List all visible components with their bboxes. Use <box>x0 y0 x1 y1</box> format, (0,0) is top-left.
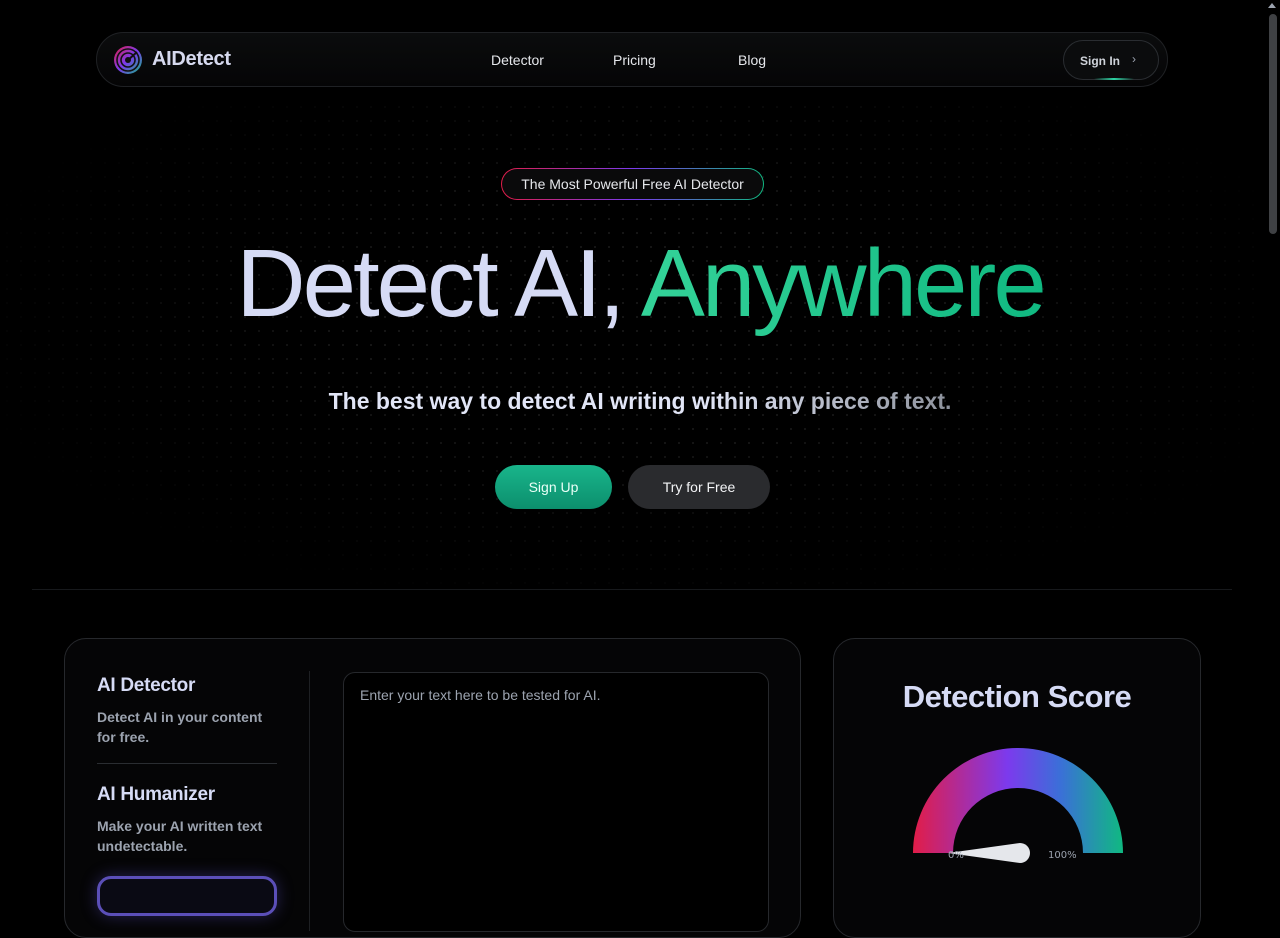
radar-logo-icon[interactable] <box>113 45 143 75</box>
nav-link-detector[interactable]: Detector <box>491 52 544 68</box>
navbar: AIDetect Detector Pricing Blog Sign In › <box>96 32 1168 87</box>
detection-score-title: Detection Score <box>902 679 1132 714</box>
detection-score-gauge: 0% 100% <box>913 748 1123 863</box>
tool-ai-detector-desc: Detect AI in your content for free. <box>97 709 263 745</box>
hero-title: Detect AI, Anywhere <box>0 226 1280 341</box>
gauge-arc <box>913 748 1123 853</box>
nav-link-blog[interactable]: Blog <box>738 52 766 68</box>
hero-subtitle: The best way to detect AI writing within… <box>0 386 1280 416</box>
nav-link-pricing[interactable]: Pricing <box>613 52 656 68</box>
sign-up-button[interactable]: Sign Up <box>495 465 612 509</box>
gauge-max-label: 100% <box>1048 850 1077 861</box>
brand-name[interactable]: AIDetect <box>152 48 231 71</box>
panel-vertical-divider <box>309 671 310 931</box>
sign-in-label: Sign In <box>1080 54 1120 68</box>
tool-ai-humanizer-title[interactable]: AI Humanizer <box>97 784 215 806</box>
tool-separator <box>97 763 277 764</box>
tool-panel: AI Detector Detect AI in your content fo… <box>64 638 801 938</box>
hero-title-part2: Anywhere <box>640 230 1047 337</box>
hero-badge: The Most Powerful Free AI Detector <box>501 168 764 200</box>
try-for-free-button[interactable]: Try for Free <box>628 465 770 509</box>
hero-badge-label: The Most Powerful Free AI Detector <box>502 169 763 199</box>
gauge-min-label: 0% <box>948 850 964 861</box>
section-divider <box>32 589 1232 590</box>
chevron-right-icon: › <box>1132 52 1136 66</box>
button-glow <box>1094 78 1134 80</box>
scrollbar-thumb[interactable] <box>1269 14 1277 234</box>
tool-ai-detector-title[interactable]: AI Detector <box>97 675 195 697</box>
detection-score-panel: Detection Score 0% 100% <box>833 638 1201 938</box>
humanizer-button[interactable] <box>97 876 277 916</box>
text-input-area[interactable]: Enter your text here to be tested for AI… <box>343 672 769 932</box>
page-scrollbar[interactable] <box>1265 0 1280 885</box>
hero-title-part1: Detect AI, <box>236 230 625 337</box>
sign-in-button[interactable]: Sign In › <box>1063 40 1159 80</box>
tool-ai-humanizer-desc: Make your AI written text undetectable. <box>97 818 263 854</box>
scroll-up-arrow-icon[interactable] <box>1268 3 1276 8</box>
